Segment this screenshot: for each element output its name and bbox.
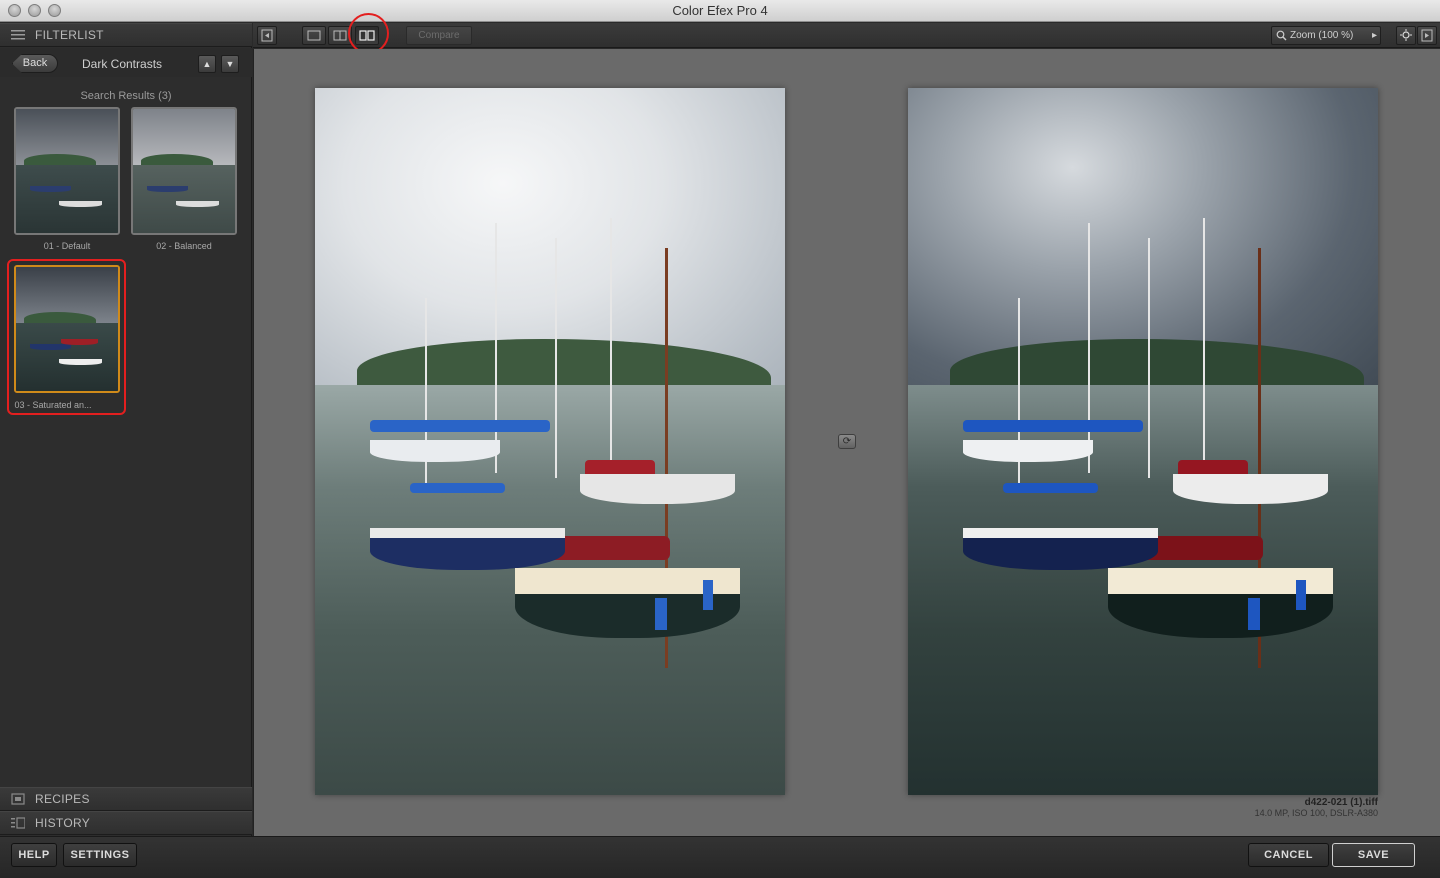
filterlist-header[interactable]: FILTERLIST: [0, 23, 252, 47]
history-header[interactable]: HISTORY: [0, 811, 252, 835]
filter-category-title: Dark Contrasts: [82, 57, 163, 71]
side-by-side-highlight: [348, 13, 389, 54]
magnifier-icon: [1276, 30, 1287, 41]
recipes-icon: [11, 793, 25, 805]
cancel-button[interactable]: CANCEL: [1248, 843, 1329, 867]
list-icon: [11, 30, 25, 40]
hide-filterlist-button[interactable]: [257, 26, 277, 45]
save-button[interactable]: SAVE: [1332, 843, 1415, 867]
next-arrow-icon[interactable]: ▼: [221, 55, 239, 73]
toolbar: Compare Zoom (100 %) ▸: [253, 23, 1440, 48]
hide-controls-button[interactable]: [1417, 26, 1437, 45]
history-icon: [11, 817, 25, 829]
zoom-level: Zoom (100 %): [1290, 30, 1354, 41]
bottom-bar: HELP SETTINGS CANCEL SAVE: [0, 836, 1440, 878]
selected-preset-highlight: [7, 259, 126, 415]
panel-toggle-icon: [261, 29, 273, 42]
preset-thumbnail-balanced[interactable]: [131, 107, 237, 235]
preset-label-balanced: 02 - Balanced: [156, 241, 212, 251]
help-button[interactable]: HELP: [11, 843, 57, 867]
window-title: Color Efex Pro 4: [672, 3, 768, 18]
zoom-selector[interactable]: Zoom (100 %) ▸: [1271, 26, 1381, 45]
settings-button[interactable]: SETTINGS: [63, 843, 137, 867]
loupe-button[interactable]: [1396, 26, 1416, 45]
loupe-icon: [1400, 29, 1412, 41]
recipes-label: RECIPES: [35, 792, 90, 806]
file-metadata: 14.0 MP, ISO 100, DSLR-A380: [1254, 808, 1378, 818]
search-results-title: Search Results (3): [80, 90, 172, 102]
preset-thumbnail-default[interactable]: [14, 107, 120, 235]
original-preview-image[interactable]: [315, 88, 785, 795]
history-label: HISTORY: [35, 816, 91, 830]
zoom-arrow-icon: ▸: [1371, 30, 1377, 41]
filterlist-label: FILTERLIST: [35, 28, 104, 42]
preview-canvas: ⟳ d422-021 (1).tiff 14.0 MP, ISO 100, DS…: [253, 49, 1440, 836]
thumbnail-image: [133, 109, 235, 233]
file-info: d422-021 (1).tiff 14.0 MP, ISO 100, DSLR…: [1255, 797, 1378, 818]
thumbnail-image: [16, 109, 118, 233]
panel-toggle-right-icon: [1421, 29, 1433, 42]
swap-preview-icon[interactable]: ⟳: [838, 434, 856, 449]
single-view-button[interactable]: [302, 26, 326, 45]
back-button[interactable]: Back: [12, 54, 58, 73]
filter-nav-row: Back Dark Contrasts ▲ ▼: [0, 48, 252, 77]
recipes-header[interactable]: RECIPES: [0, 787, 252, 811]
sidebar: FILTERLIST Back Dark Contrasts ▲ ▼ Searc…: [0, 23, 252, 836]
title-bar: Color Efex Pro 4: [0, 0, 1440, 22]
preset-label-default: 01 - Default: [43, 241, 91, 251]
processed-preview-image[interactable]: [908, 88, 1378, 795]
file-name: d422-021 (1).tiff: [1304, 797, 1378, 808]
compare-button[interactable]: Compare: [406, 26, 472, 45]
single-view-icon: [307, 30, 321, 41]
previous-arrow-icon[interactable]: ▲: [198, 55, 216, 73]
